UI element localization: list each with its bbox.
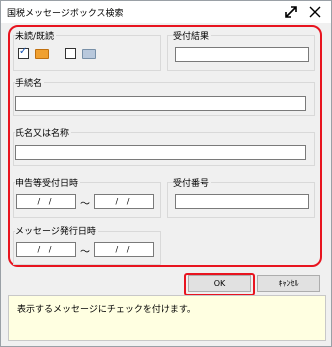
procedure-name-field[interactable] bbox=[15, 96, 306, 111]
filing-date-from-field[interactable]: / / bbox=[16, 194, 76, 209]
filing-date-to-field[interactable]: / / bbox=[94, 194, 154, 209]
filing-date-separator: ～ bbox=[80, 199, 90, 210]
procedure-name-label: 手続名 bbox=[15, 76, 45, 89]
read-envelope-icon bbox=[82, 49, 96, 59]
message-date-label: メッセージ発行日時 bbox=[15, 224, 98, 237]
receipt-number-label: 受付番号 bbox=[173, 176, 212, 189]
cancel-button[interactable]: ｷｬﾝｾﾙ bbox=[257, 275, 320, 292]
window-title: 国税メッセージボックス検索 bbox=[7, 9, 124, 19]
message-date-separator: ～ bbox=[80, 247, 90, 258]
receipt-number-field[interactable] bbox=[175, 194, 309, 209]
unread-envelope-icon bbox=[35, 49, 49, 59]
name-field[interactable] bbox=[15, 145, 306, 160]
status-message-text: 表示するメッセージにチェックを付けます。 bbox=[17, 305, 196, 315]
ok-button[interactable]: OK bbox=[188, 275, 251, 292]
read-checkbox[interactable] bbox=[65, 48, 76, 59]
name-label: 氏名又は名称 bbox=[15, 126, 72, 139]
close-icon[interactable] bbox=[307, 4, 323, 20]
status-message-bar: 表示するメッセージにチェックを付けます。 bbox=[8, 295, 326, 341]
read-status-label: 未読/既読 bbox=[15, 29, 57, 42]
receipt-result-label: 受付結果 bbox=[173, 29, 212, 42]
message-date-from-field[interactable]: / / bbox=[16, 242, 76, 257]
maximize-icon[interactable] bbox=[283, 4, 299, 20]
filing-date-label: 申告等受付日時 bbox=[15, 176, 81, 189]
receipt-result-field[interactable] bbox=[175, 47, 309, 62]
message-date-to-field[interactable]: / / bbox=[94, 242, 154, 257]
search-dialog: 国税メッセージボックス検索 未読/既読 受付結果 手続名 氏名又は名称 申告等受… bbox=[0, 0, 332, 347]
unread-checkbox[interactable] bbox=[18, 46, 29, 59]
title-bar: 国税メッセージボックス検索 bbox=[1, 1, 331, 23]
